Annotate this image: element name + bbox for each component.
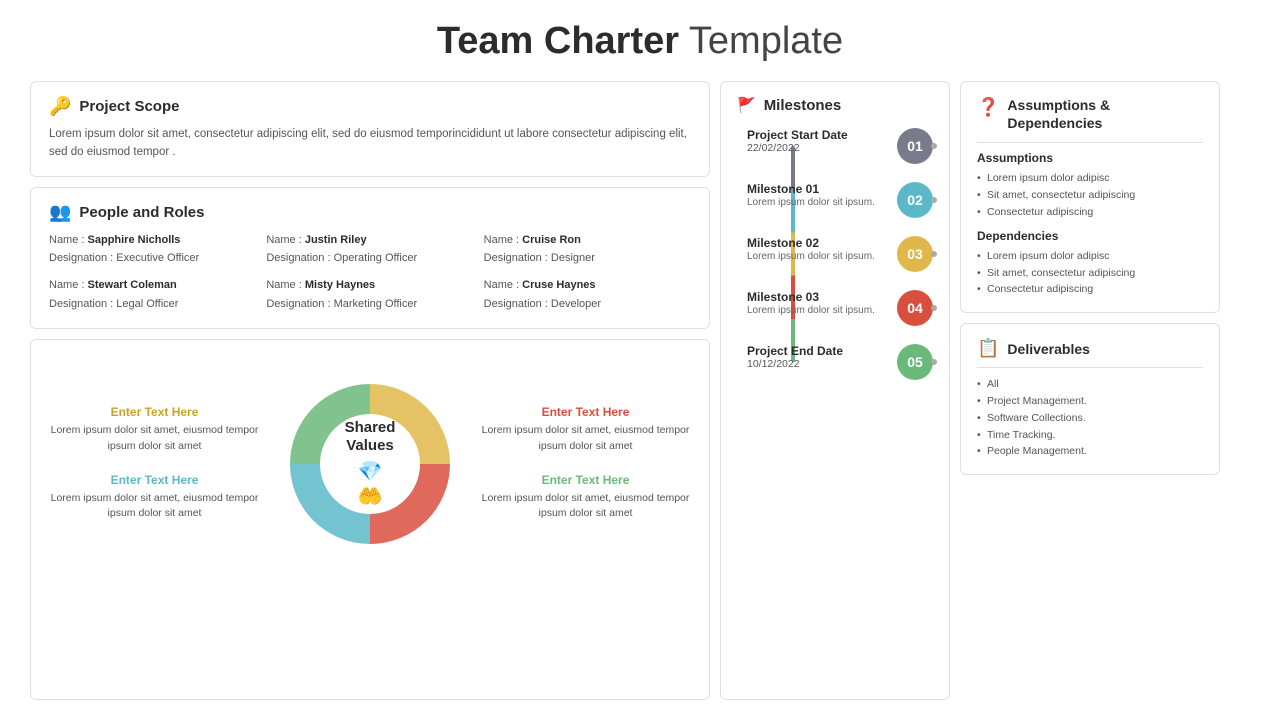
assumptions-section: ❓ Assumptions &Dependencies Assumptions … <box>960 81 1220 313</box>
milestone-dot-4 <box>931 305 937 311</box>
main-content: 🔑 Project Scope Lorem ipsum dolor sit am… <box>30 81 1250 700</box>
milestone-dot-1 <box>931 143 937 149</box>
person-2: Name : Justin Riley Designation : Operat… <box>266 231 473 268</box>
milestone-badge-3: 03 <box>897 236 933 272</box>
people-roles-title: 👥 People and Roles <box>49 202 691 223</box>
deliverable-item-5: People Management. <box>977 443 1203 460</box>
title-light: Template <box>679 20 843 62</box>
deliverable-item-1: All <box>977 376 1203 393</box>
right-column: ❓ Assumptions &Dependencies Assumptions … <box>960 81 1220 700</box>
dependencies-list: Lorem ipsum dolor adipisc Sit amet, cons… <box>977 248 1203 298</box>
milestone-badge-4: 04 <box>897 290 933 326</box>
milestone-3: Milestone 02 Lorem ipsum dolor sit ipsum… <box>747 236 933 272</box>
milestones-title: 🚩 Milestones <box>737 96 933 114</box>
deliverable-item-3: Software Collections. <box>977 410 1203 427</box>
sv-label-3: Enter Text Here <box>49 473 260 487</box>
milestone-dot-2 <box>931 197 937 203</box>
milestone-3-text: Milestone 02 Lorem ipsum dolor sit ipsum… <box>747 236 887 264</box>
deliverables-title: 📋 Deliverables <box>977 338 1203 359</box>
sv-text-4: Lorem ipsum dolor sit amet, eiusmod temp… <box>480 491 691 523</box>
timeline: Project Start Date 22/02/2022 01 Milesto… <box>737 128 933 380</box>
dependency-item-2: Sit amet, consectetur adipiscing <box>977 265 1203 282</box>
person-3: Name : Cruise Ron Designation : Designer <box>484 231 691 268</box>
project-scope-card: 🔑 Project Scope Lorem ipsum dolor sit am… <box>30 81 710 177</box>
dependency-item-1: Lorem ipsum dolor adipisc <box>977 248 1203 265</box>
deliverable-item-4: Time Tracking. <box>977 427 1203 444</box>
shared-values-label: SharedValues <box>345 419 396 455</box>
dependencies-sub-title: Dependencies <box>977 229 1203 243</box>
milestone-dot-3 <box>931 251 937 257</box>
project-scope-title: 🔑 Project Scope <box>49 96 691 117</box>
milestone-dot-5 <box>931 359 937 365</box>
milestone-4: Milestone 03 Lorem ipsum dolor sit ipsum… <box>747 290 933 326</box>
people-roles-card: 👥 People and Roles Name : Sapphire Nicho… <box>30 187 710 329</box>
deliverables-label: Deliverables <box>1007 341 1090 357</box>
milestone-5-text: Project End Date 10/12/2022 <box>747 344 887 370</box>
question-icon: ❓ <box>977 96 999 119</box>
milestone-2-text: Milestone 01 Lorem ipsum dolor sit ipsum… <box>747 182 887 210</box>
sv-text-bottom-right: Enter Text Here Lorem ipsum dolor sit am… <box>480 473 691 523</box>
deliverables-icon: 📋 <box>977 338 999 359</box>
person-6: Name : Cruse Haynes Designation : Develo… <box>484 276 691 313</box>
sv-text-top-right: Enter Text Here Lorem ipsum dolor sit am… <box>480 405 691 455</box>
deliverables-section: 📋 Deliverables All Project Management. S… <box>960 323 1220 475</box>
key-icon: 🔑 <box>49 96 71 117</box>
shared-values-section: Enter Text Here Lorem ipsum dolor sit am… <box>49 354 691 574</box>
sv-text-bottom-left: Enter Text Here Lorem ipsum dolor sit am… <box>49 473 260 523</box>
person-4: Name : Stewart Coleman Designation : Leg… <box>49 276 256 313</box>
sv-label-1: Enter Text Here <box>49 405 260 419</box>
divider-1 <box>977 142 1203 143</box>
milestone-badge-5: 05 <box>897 344 933 380</box>
person-5: Name : Misty Haynes Designation : Market… <box>266 276 473 313</box>
milestone-badge-2: 02 <box>897 182 933 218</box>
project-scope-label: Project Scope <box>79 98 179 115</box>
milestones-column: 🚩 Milestones Project Start Date 22/02/20… <box>720 81 950 700</box>
milestone-2: Milestone 01 Lorem ipsum dolor sit ipsum… <box>747 182 933 218</box>
person-1: Name : Sapphire Nicholls Designation : E… <box>49 231 256 268</box>
sv-label-4: Enter Text Here <box>480 473 691 487</box>
donut-center: SharedValues 💎🤲 <box>345 419 396 509</box>
milestone-badge-1: 01 <box>897 128 933 164</box>
assumption-item-3: Consectetur adipiscing <box>977 204 1203 221</box>
assumptions-list: Lorem ipsum dolor adipisc Sit amet, cons… <box>977 170 1203 220</box>
sv-text-top-left: Enter Text Here Lorem ipsum dolor sit am… <box>49 405 260 455</box>
assumptions-title: ❓ Assumptions &Dependencies <box>977 96 1203 132</box>
milestone-4-text: Milestone 03 Lorem ipsum dolor sit ipsum… <box>747 290 887 318</box>
people-roles-label: People and Roles <box>79 204 204 221</box>
sv-label-2: Enter Text Here <box>480 405 691 419</box>
divider-2 <box>977 367 1203 368</box>
sv-text-2: Lorem ipsum dolor sit amet, eiusmod temp… <box>480 423 691 455</box>
donut-chart: SharedValues 💎🤲 <box>270 364 470 564</box>
flag-icon: 🚩 <box>737 96 756 114</box>
milestones-label: Milestones <box>764 97 842 114</box>
sv-text-3: Lorem ipsum dolor sit amet, eiusmod temp… <box>49 491 260 523</box>
deliverable-item-2: Project Management. <box>977 393 1203 410</box>
page: Team Charter Template 🔑 Project Scope Lo… <box>0 0 1280 720</box>
assumption-item-1: Lorem ipsum dolor adipisc <box>977 170 1203 187</box>
milestone-5: Project End Date 10/12/2022 05 <box>747 344 933 380</box>
assumptions-sub-title: Assumptions <box>977 151 1203 165</box>
title-bold: Team Charter <box>437 20 679 62</box>
milestone-1-text: Project Start Date 22/02/2022 <box>747 128 887 154</box>
diamond-icon: 💎🤲 <box>345 459 396 509</box>
shared-values-card: Enter Text Here Lorem ipsum dolor sit am… <box>30 339 710 700</box>
assumption-item-2: Sit amet, consectetur adipiscing <box>977 187 1203 204</box>
milestones-section: 🚩 Milestones Project Start Date 22/02/20… <box>720 81 950 700</box>
dependency-item-3: Consectetur adipiscing <box>977 281 1203 298</box>
left-column: 🔑 Project Scope Lorem ipsum dolor sit am… <box>30 81 710 700</box>
page-title: Team Charter Template <box>30 20 1250 63</box>
milestone-1: Project Start Date 22/02/2022 01 <box>747 128 933 164</box>
sv-text-1: Lorem ipsum dolor sit amet, eiusmod temp… <box>49 423 260 455</box>
sv-right: Enter Text Here Lorem ipsum dolor sit am… <box>480 405 691 522</box>
header: Team Charter Template <box>30 20 1250 63</box>
project-scope-text: Lorem ipsum dolor sit amet, consectetur … <box>49 125 691 162</box>
people-grid: Name : Sapphire Nicholls Designation : E… <box>49 231 691 314</box>
sv-left: Enter Text Here Lorem ipsum dolor sit am… <box>49 405 260 522</box>
people-icon: 👥 <box>49 202 71 223</box>
deliverables-list: All Project Management. Software Collect… <box>977 376 1203 460</box>
